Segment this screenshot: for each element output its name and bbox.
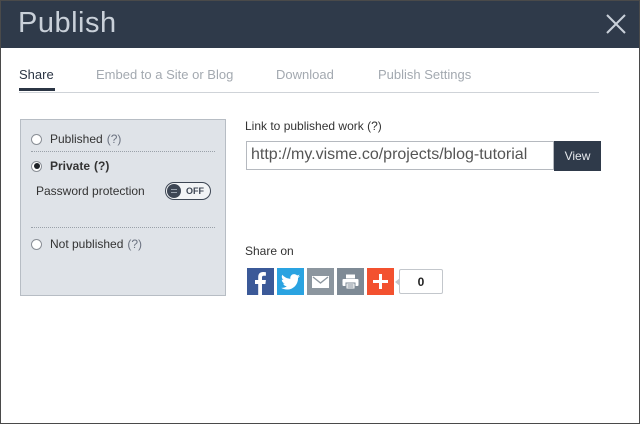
twitter-icon[interactable]	[277, 268, 304, 295]
print-icon[interactable]	[337, 268, 364, 295]
link-label: Link to published work (?)	[245, 119, 382, 133]
password-protection-label: Password protection	[36, 184, 145, 198]
visibility-panel: Published (?) Private (?) Password prote…	[20, 119, 226, 296]
facebook-icon[interactable]	[247, 268, 274, 295]
published-help[interactable]: (?)	[107, 132, 122, 146]
private-radio[interactable]	[31, 160, 42, 172]
email-icon[interactable]	[307, 268, 334, 295]
tab-publish-settings[interactable]: Publish Settings	[378, 67, 471, 82]
option-not-published[interactable]: Not published (?)	[31, 237, 142, 251]
password-toggle[interactable]: OFF	[165, 182, 211, 200]
share-count: 0	[395, 269, 443, 294]
dialog-title: Publish	[18, 7, 117, 39]
publish-dialog: Publish Share Embed to a Site or Blog Do…	[0, 0, 640, 424]
dialog-titlebar: Publish	[1, 1, 639, 48]
divider	[31, 151, 215, 152]
not-published-help[interactable]: (?)	[127, 237, 142, 251]
private-help[interactable]: (?)	[94, 159, 109, 173]
option-private[interactable]: Private (?)	[31, 159, 109, 173]
not-published-radio[interactable]	[31, 238, 42, 250]
tab-embed[interactable]: Embed to a Site or Blog	[96, 67, 233, 82]
view-button[interactable]: View	[554, 141, 601, 171]
tab-download[interactable]: Download	[276, 67, 334, 82]
share-buttons: 0	[247, 268, 443, 295]
active-tab-indicator	[19, 88, 55, 91]
tab-bar: Share Embed to a Site or Blog Download P…	[19, 49, 599, 93]
option-published[interactable]: Published (?)	[31, 132, 121, 146]
published-label: Published	[50, 132, 103, 146]
toggle-state: OFF	[186, 186, 204, 196]
private-label: Private	[50, 159, 91, 173]
published-radio[interactable]	[31, 133, 42, 145]
divider	[31, 227, 215, 228]
tab-share[interactable]: Share	[19, 67, 54, 82]
share-on-label: Share on	[245, 244, 294, 258]
add-more-icon[interactable]	[367, 268, 394, 295]
published-url-field[interactable]: http://my.visme.co/projects/blog-tutoria…	[246, 141, 554, 170]
toggle-knob	[167, 184, 181, 198]
close-icon[interactable]	[605, 13, 627, 35]
not-published-label: Not published	[50, 237, 124, 251]
